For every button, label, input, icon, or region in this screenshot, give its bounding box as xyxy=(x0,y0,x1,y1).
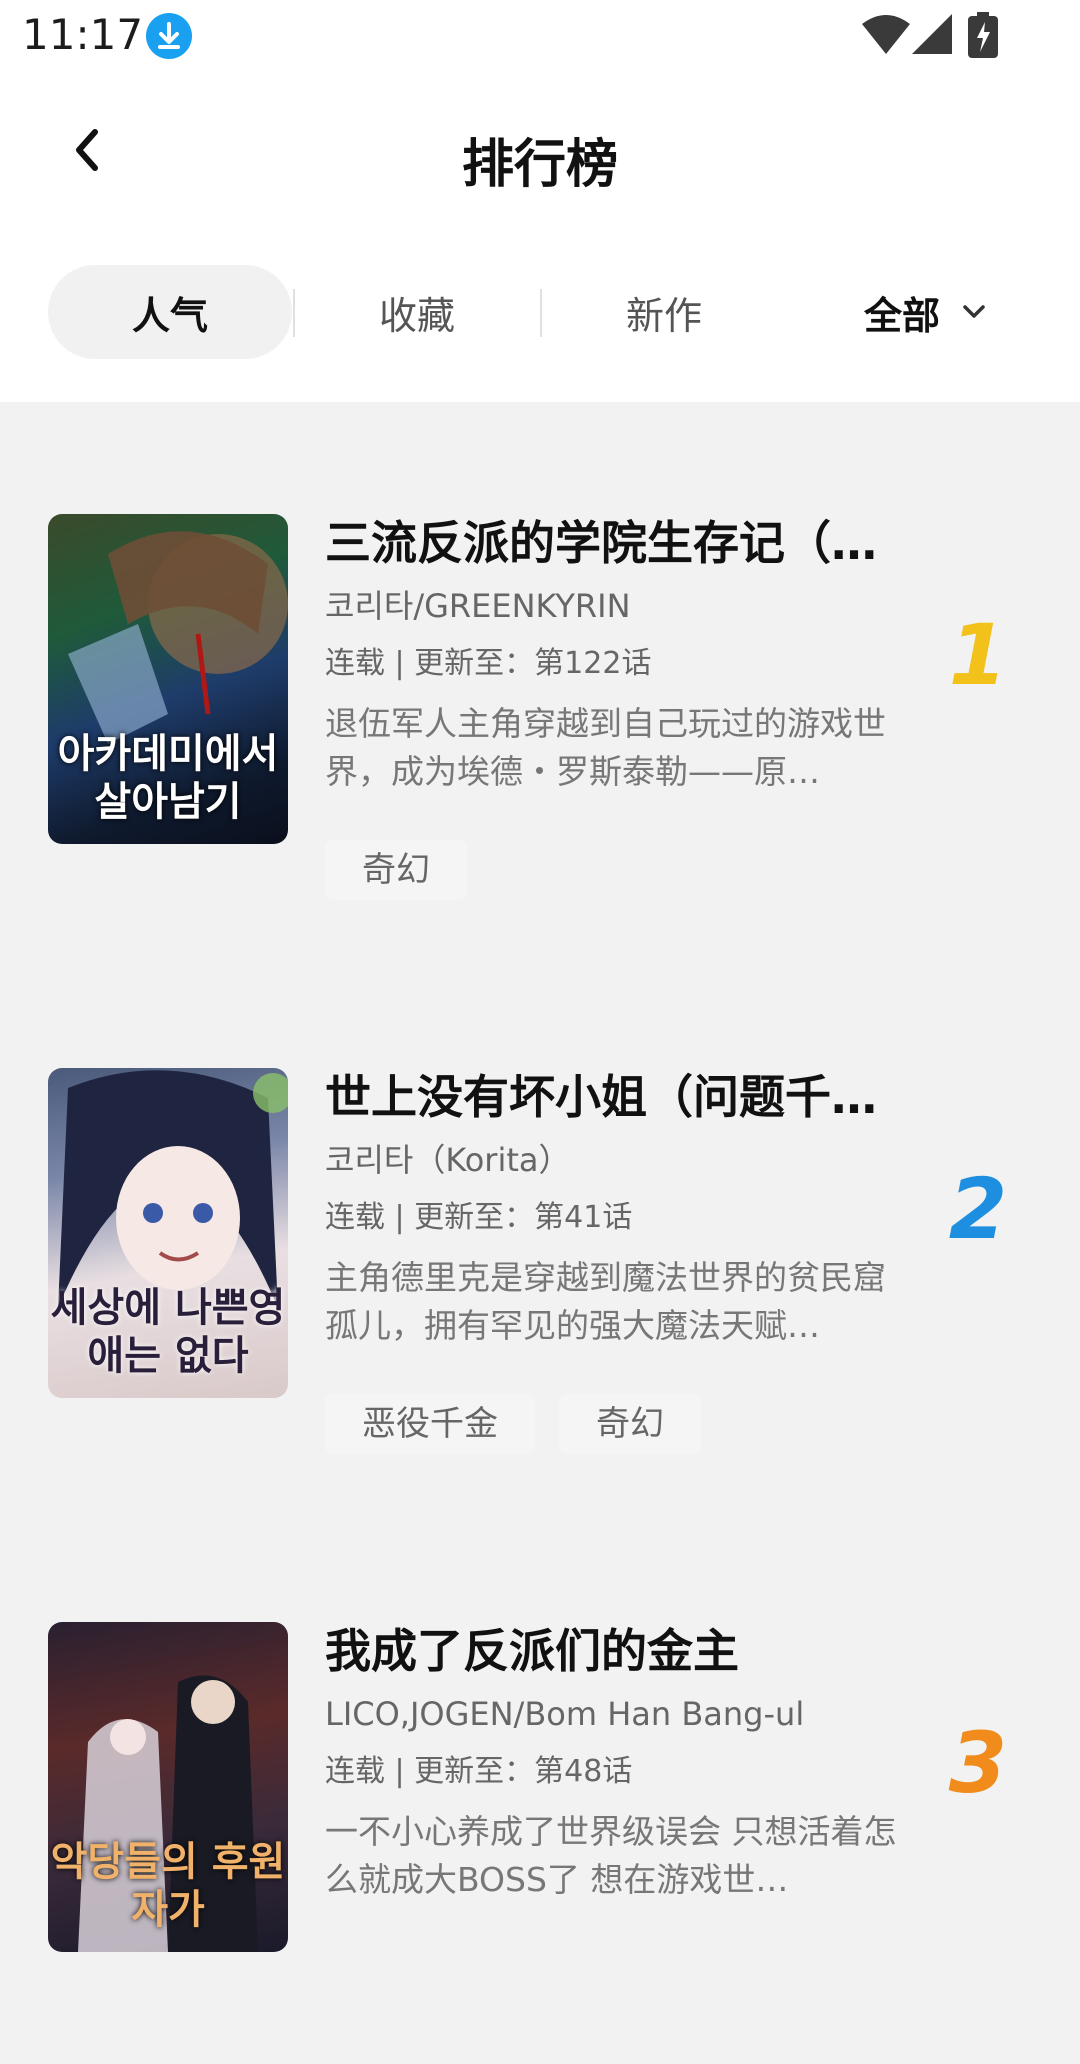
rank-badge-2: 2 xyxy=(940,1160,1020,1258)
item-author: 코리타/GREENKYRIN xyxy=(325,587,631,625)
rank-number: 1 xyxy=(949,612,1007,692)
item-description: 一不小心养成了世界级误会 只想活着怎么就成大BOSS了 想在游戏世… xyxy=(325,1812,897,1899)
rank-badge-3: 3 xyxy=(940,1714,1020,1812)
item-info: 我成了反派们的金主 LICO,JOGEN/Bom Han Bang-ul 连载 … xyxy=(325,1620,905,1904)
tag-chip[interactable]: 奇幻 xyxy=(325,840,467,900)
rank-number: 2 xyxy=(949,1166,1007,1246)
item-author: 코리타（Korita） xyxy=(325,1141,571,1179)
item-description: 主角德里克是穿越到魔法世界的贫民窟孤儿，拥有罕见的强大魔法天赋… xyxy=(325,1258,886,1345)
list-item[interactable]: 아카데미에서 살아남기 三流反派的学院生存记（… 코리타/GREENKYRIN … xyxy=(0,402,1080,956)
header: 排行榜 xyxy=(0,92,1080,222)
category-filter-dropdown[interactable]: 全部 xyxy=(864,265,986,359)
tab-popular[interactable]: 人气 xyxy=(48,265,292,359)
item-status: 连载 | 更新至：第41话 xyxy=(325,1200,633,1235)
tab-new[interactable]: 新作 xyxy=(542,265,786,359)
cover-title-text: 아카데미에서 살아남기 xyxy=(57,731,279,825)
page-title: 排行榜 xyxy=(461,135,618,195)
list-item[interactable]: 세상에 나쁜영애는 없다 世上没有坏小姐（问题千… 코리타（Korita） 连载… xyxy=(0,956,1080,1510)
item-author: LICO,JOGEN/Bom Han Bang-ul xyxy=(325,1695,805,1733)
chevron-down-icon xyxy=(962,304,986,320)
wifi-icon xyxy=(862,14,910,58)
item-title: 三流反派的学院生存记（… xyxy=(325,516,877,570)
item-info: 世上没有坏小姐（问题千… 코리타（Korita） 连载 | 更新至：第41话 主… xyxy=(325,1066,905,1350)
status-bar: 11:17 xyxy=(0,0,1080,72)
cover-title-text: 세상에 나쁜영애는 없다 xyxy=(50,1285,286,1379)
cover-image[interactable]: 아카데미에서 살아남기 xyxy=(48,514,288,844)
battery-charging-icon xyxy=(968,12,998,62)
cover-image[interactable]: 악당들의 후원자가 xyxy=(48,1622,288,1952)
download-icon xyxy=(146,13,192,59)
tag-chip[interactable]: 恶役千金 xyxy=(325,1394,535,1454)
item-description: 退伍军人主角穿越到自己玩过的游戏世界，成为埃德・罗斯泰勒——原… xyxy=(325,704,886,791)
rank-number: 3 xyxy=(949,1720,1007,1800)
tab-favorites[interactable]: 收藏 xyxy=(295,265,539,359)
item-tags: 恶役千金 奇幻 xyxy=(325,1394,701,1454)
filter-label: 全部 xyxy=(864,293,941,338)
cover-image[interactable]: 세상에 나쁜영애는 없다 xyxy=(48,1068,288,1398)
ranking-tabs: 人气 收藏 新作 全部 xyxy=(48,265,1048,359)
item-title: 世上没有坏小姐（问题千… xyxy=(325,1070,877,1124)
item-title: 我成了反派们的金主 xyxy=(325,1624,739,1678)
item-tags: 奇幻 xyxy=(325,840,467,900)
tag-chip[interactable]: 奇幻 xyxy=(559,1394,701,1454)
item-status: 连载 | 更新至：第48话 xyxy=(325,1754,633,1789)
rank-badge-1: 1 xyxy=(940,606,1020,704)
top-panel: 11:17 排行榜 人气 收藏 新作 全部 xyxy=(0,0,1080,402)
signal-icon xyxy=(912,14,952,58)
item-status: 连载 | 更新至：第122话 xyxy=(325,646,652,681)
status-time: 11:17 xyxy=(22,10,144,59)
list-item[interactable]: 악당들의 후원자가 我成了反派们的金主 LICO,JOGEN/Bom Han B… xyxy=(0,1510,1080,2064)
item-info: 三流反派的学院生存记（… 코리타/GREENKYRIN 连载 | 更新至：第12… xyxy=(325,512,905,796)
